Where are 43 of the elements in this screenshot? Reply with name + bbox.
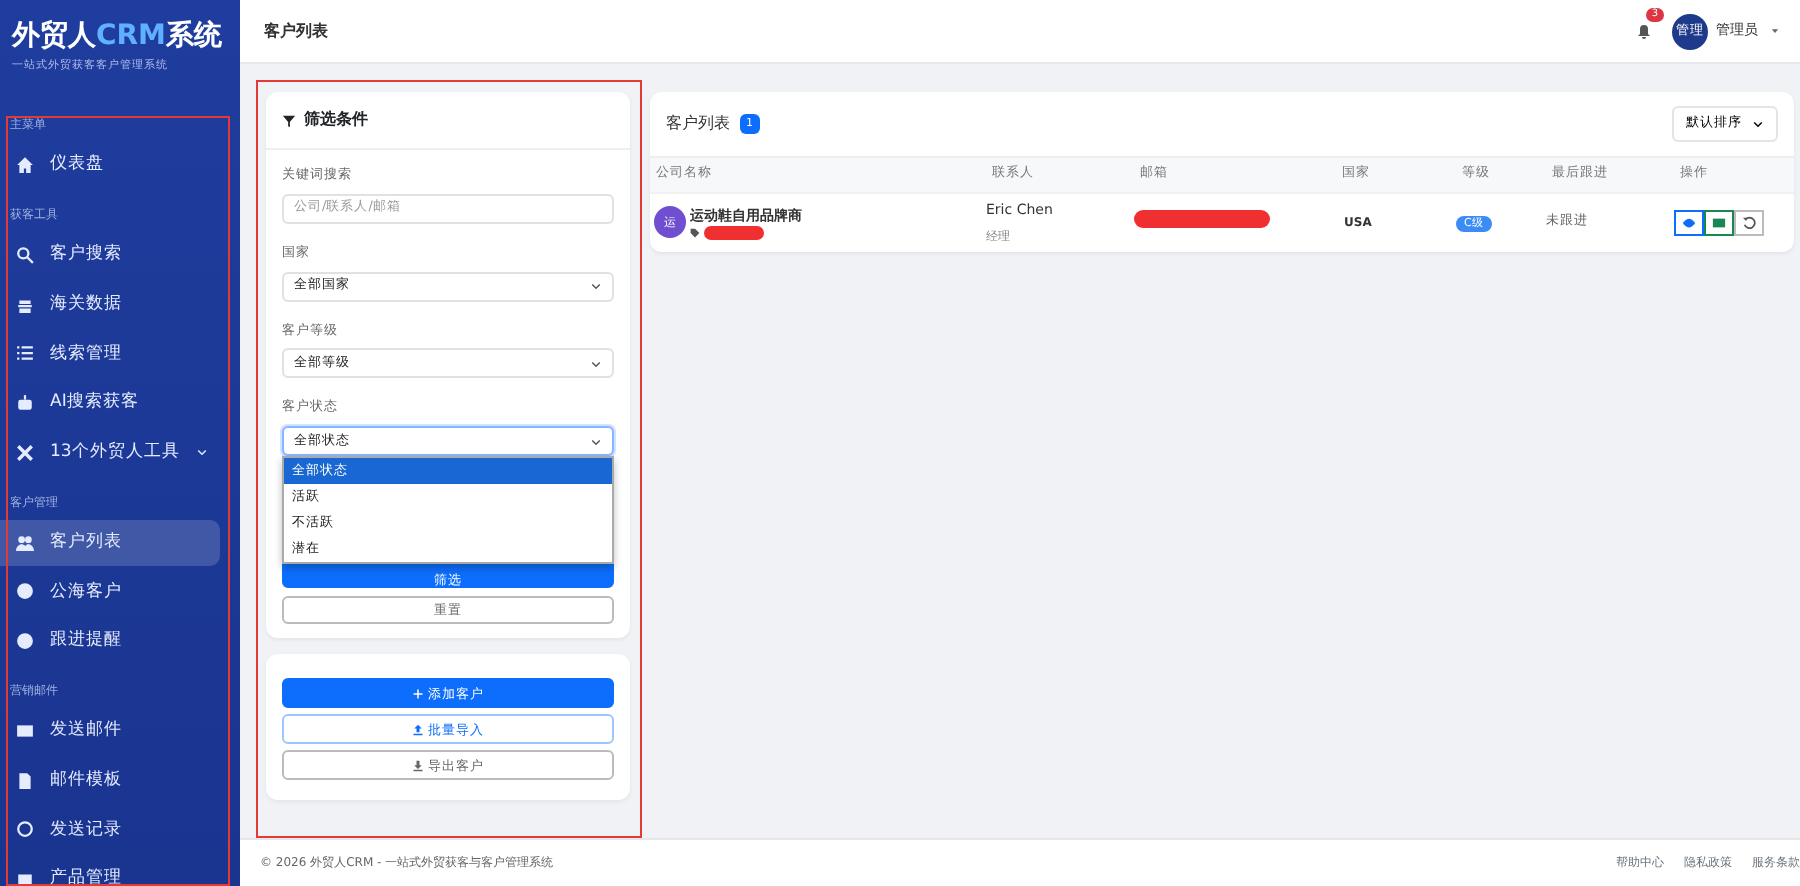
- sidebar-item[interactable]: 产品管理: [0, 856, 220, 886]
- chevron-icon: [590, 280, 602, 292]
- sidebar-item[interactable]: 公海客户: [0, 569, 220, 615]
- view-button[interactable]: [1674, 209, 1704, 236]
- view-icon: [1682, 215, 1696, 230]
- file-icon: [16, 771, 34, 790]
- list-icon: [16, 344, 34, 363]
- sidebar-item[interactable]: 仪表盘: [0, 142, 220, 188]
- sidebar-item[interactable]: AI搜索获客: [0, 380, 220, 426]
- undo-icon: [1742, 215, 1756, 230]
- chevron-icon: [1752, 117, 1764, 130]
- filter-icon: [282, 113, 296, 127]
- page-title: 客户列表: [264, 19, 328, 43]
- search-icon: [16, 245, 34, 264]
- chevron-icon: [590, 357, 602, 370]
- chevron-icon: [590, 435, 602, 447]
- panel-title: 客户列表: [666, 111, 730, 136]
- redaction-mark: [1134, 210, 1270, 228]
- home-icon: [16, 156, 34, 175]
- sidebar-item[interactable]: 13个外贸人工具: [0, 430, 220, 476]
- plus-icon: [412, 687, 424, 699]
- users-icon: [16, 533, 34, 552]
- caret-icon: [195, 446, 208, 459]
- sidebar-item[interactable]: 客户列表: [0, 519, 220, 565]
- tag-icon: [690, 228, 700, 238]
- download-icon: [412, 759, 424, 771]
- sidebar-item[interactable]: 客户搜索: [0, 232, 220, 278]
- panel-title: 筛选条件: [304, 108, 368, 132]
- robot-icon: [16, 394, 34, 413]
- sidebar-item[interactable]: 海关数据: [0, 281, 220, 327]
- app-title: 外贸人CRM系统: [9, 18, 224, 56]
- bell-icon: [1636, 23, 1652, 39]
- caret-icon: [1770, 26, 1780, 36]
- redaction-mark: [704, 226, 764, 240]
- sidebar-item[interactable]: 线索管理: [0, 331, 220, 377]
- sidebar-item[interactable]: 跟进提醒: [0, 618, 220, 664]
- sidebar-item[interactable]: 发送记录: [0, 807, 220, 853]
- sidebar-item[interactable]: 发送邮件: [0, 708, 220, 754]
- email-button[interactable]: [1704, 209, 1734, 236]
- upload-icon: [412, 723, 424, 735]
- tools-icon: [16, 443, 34, 462]
- sidebar-item[interactable]: 邮件模板: [0, 757, 220, 803]
- follow-up-button[interactable]: [1734, 209, 1764, 236]
